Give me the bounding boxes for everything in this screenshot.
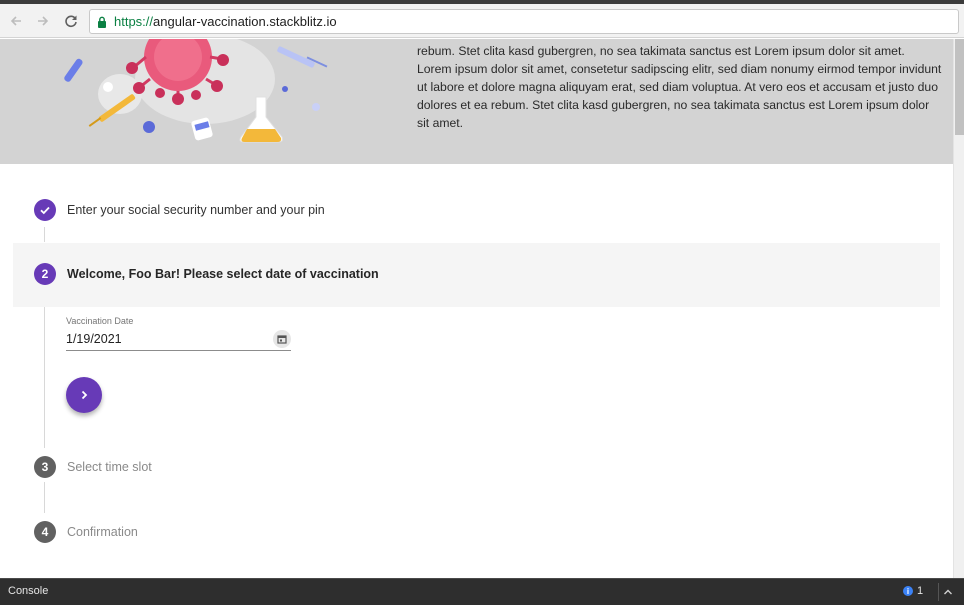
console-bar: Console i 1 [0,578,964,605]
console-expand-button[interactable] [938,583,956,601]
url-host: angular-vaccination.stackblitz.io [153,14,337,29]
address-bar[interactable]: https://angular-vaccination.stackblitz.i… [89,9,959,34]
step-3[interactable]: 3 Select time slot [0,448,953,488]
url-text: https://angular-vaccination.stackblitz.i… [114,14,337,29]
page-scrollbar[interactable] [953,39,964,578]
calendar-icon [277,335,287,344]
vaccine-illustration [64,39,328,143]
page-viewport: rebum. Stet clita kasd gubergren, no sea… [0,39,953,578]
datepicker-toggle[interactable] [273,330,291,348]
browser-toolbar: https://angular-vaccination.stackblitz.i… [0,4,964,38]
back-button[interactable] [6,11,26,31]
step-1[interactable]: Enter your social security number and yo… [0,189,953,231]
console-tab[interactable]: Console [8,585,48,597]
arrow-right-icon [38,16,49,26]
reload-button[interactable] [61,11,81,31]
url-scheme: https:// [114,14,154,29]
step-1-label: Enter your social security number and yo… [67,203,325,217]
console-message-count[interactable]: i 1 [903,585,923,597]
step-4-label: Confirmation [67,525,138,539]
input-underline [66,350,291,351]
step-2[interactable]: 2 Welcome, Foo Bar! Please select date o… [0,243,953,307]
hero-banner: rebum. Stet clita kasd gubergren, no sea… [0,39,953,164]
step-4-number: 4 [34,521,56,543]
check-icon [40,206,50,215]
hero-paragraph: rebum. Stet clita kasd gubergren, no sea… [417,44,942,130]
reload-icon [65,15,77,28]
next-button[interactable] [66,377,102,413]
step-connector [44,286,45,448]
vaccination-date-input[interactable]: 1/19/2021 [66,332,122,346]
step-2-number: 2 [34,263,56,285]
chevron-right-icon [81,390,88,400]
forward-button[interactable] [33,11,53,31]
step-1-check-circle [34,199,56,221]
step-4[interactable]: 4 Confirmation [0,513,953,553]
step-3-number: 3 [34,456,56,478]
console-count: 1 [917,585,924,597]
vaccination-date-field[interactable]: Vaccination Date 1/19/2021 [66,316,291,352]
step-3-label: Select time slot [67,460,152,474]
step-2-label: Welcome, Foo Bar! Please select date of … [67,267,379,281]
vaccination-date-label: Vaccination Date [66,316,134,326]
scrollbar-thumb[interactable] [955,39,964,135]
arrow-left-icon [10,16,21,26]
lock-icon [97,15,109,29]
chevron-up-icon [943,589,952,595]
info-icon: i [903,586,913,596]
